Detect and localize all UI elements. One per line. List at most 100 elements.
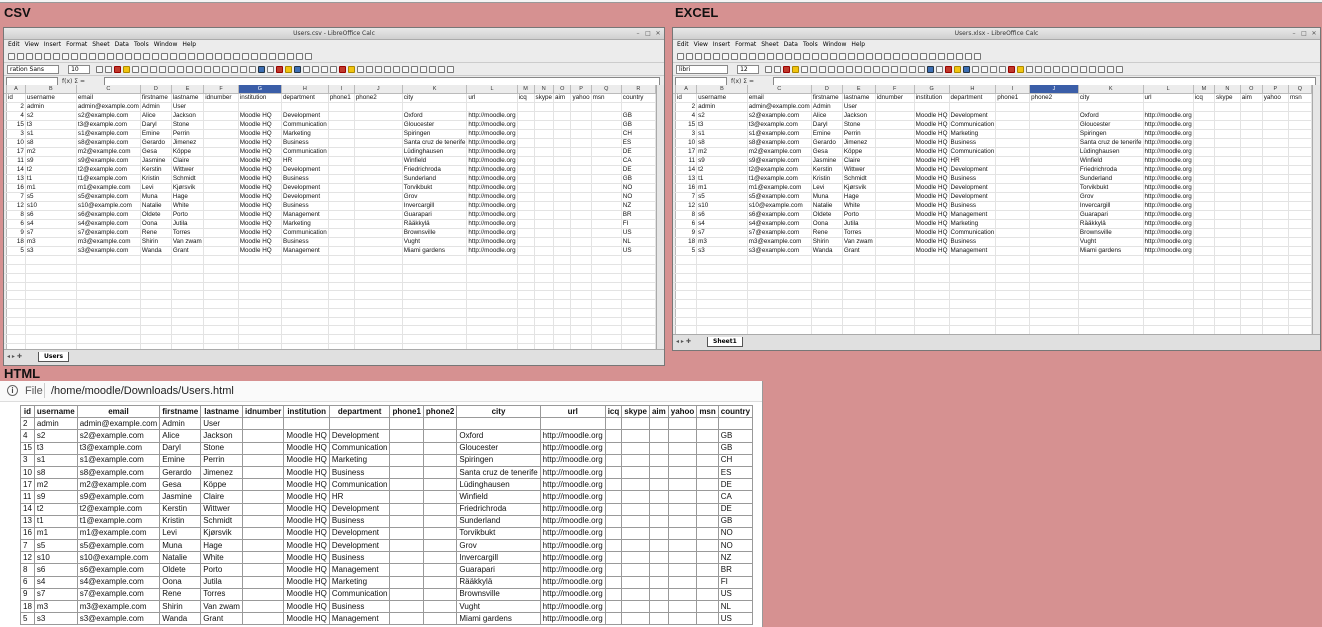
cell[interactable]	[949, 282, 997, 292]
cell[interactable]: http://moodle.org	[1143, 246, 1194, 257]
cell[interactable]: Marketing	[281, 129, 329, 140]
cell[interactable]: m1	[696, 183, 748, 194]
cell[interactable]	[747, 317, 812, 327]
cell[interactable]	[914, 102, 950, 113]
cell[interactable]	[25, 334, 77, 344]
cell[interactable]	[402, 290, 468, 300]
cell[interactable]	[171, 299, 205, 309]
cell[interactable]	[1288, 228, 1312, 239]
cell[interactable]: Stone	[842, 120, 876, 131]
cell[interactable]	[811, 290, 843, 300]
menu-item[interactable]: Help	[182, 41, 196, 48]
format-button-icon[interactable]	[774, 66, 782, 73]
cell[interactable]	[517, 237, 535, 248]
cell[interactable]	[675, 317, 698, 327]
cell[interactable]: 10	[6, 138, 26, 149]
cell[interactable]	[203, 290, 239, 300]
format-button-icon[interactable]	[411, 66, 419, 73]
format-button-icon[interactable]	[186, 66, 194, 73]
cell[interactable]: Kerstin	[811, 165, 843, 176]
cell[interactable]: Moodle HQ	[914, 201, 950, 212]
cell[interactable]	[1240, 228, 1263, 239]
cell[interactable]: HR	[949, 156, 997, 167]
cell[interactable]: DE	[621, 147, 656, 158]
cell[interactable]	[949, 273, 997, 283]
cell[interactable]	[696, 290, 748, 300]
cell[interactable]	[534, 111, 555, 122]
cell[interactable]	[203, 120, 239, 131]
cell[interactable]: s7@example.com	[76, 228, 141, 239]
cell[interactable]	[6, 325, 26, 335]
cell[interactable]: Oldete	[811, 210, 843, 221]
cell[interactable]	[995, 273, 1031, 283]
cell[interactable]: Invercargill	[402, 201, 468, 212]
cell[interactable]: s3@example.com	[747, 246, 812, 257]
cell[interactable]: Moodle HQ	[914, 174, 950, 185]
cell[interactable]: country	[621, 93, 656, 104]
toolbar-button-icon[interactable]	[902, 53, 909, 60]
cell[interactable]	[591, 228, 622, 239]
format-button-icon[interactable]	[285, 66, 293, 73]
cell[interactable]: Guarapari	[1078, 210, 1144, 221]
cell[interactable]	[76, 273, 141, 283]
cell[interactable]	[1029, 299, 1079, 309]
cell[interactable]	[1288, 165, 1312, 176]
column-header[interactable]: L	[466, 85, 518, 95]
menu-item[interactable]: Data	[784, 41, 798, 48]
cell[interactable]	[76, 325, 141, 335]
cell[interactable]	[328, 183, 355, 194]
cell[interactable]	[281, 317, 329, 327]
cell[interactable]	[1262, 138, 1289, 149]
cell[interactable]	[553, 264, 572, 274]
cell[interactable]	[1214, 255, 1241, 265]
cell[interactable]	[1193, 308, 1216, 318]
cell[interactable]: Vught	[1078, 237, 1144, 248]
cell[interactable]: 9	[6, 228, 26, 239]
cell[interactable]	[354, 273, 403, 283]
cell[interactable]: 15	[675, 120, 698, 131]
cell[interactable]	[1193, 183, 1216, 194]
cell[interactable]	[553, 129, 572, 140]
cell[interactable]	[534, 138, 555, 149]
cell[interactable]	[553, 165, 572, 176]
cell[interactable]	[238, 325, 283, 335]
cell[interactable]	[1288, 111, 1312, 122]
cell[interactable]	[1029, 246, 1079, 257]
cell[interactable]: http://moodle.org	[1143, 210, 1194, 221]
cell[interactable]: Moodle HQ	[238, 111, 283, 122]
cell[interactable]: Rene	[140, 228, 172, 239]
cell[interactable]	[76, 282, 141, 292]
cell[interactable]: Claire	[842, 156, 876, 167]
cell[interactable]	[1193, 299, 1216, 309]
cell[interactable]: username	[25, 93, 77, 104]
cell[interactable]: Management	[949, 210, 997, 221]
cell[interactable]	[696, 282, 748, 292]
cell[interactable]	[1262, 264, 1289, 274]
cell[interactable]	[914, 255, 950, 265]
cell[interactable]: Grov	[1078, 192, 1144, 203]
cell[interactable]	[1143, 308, 1194, 318]
cell[interactable]	[466, 325, 518, 335]
cell[interactable]: Jutila	[842, 219, 876, 230]
cell[interactable]	[1193, 210, 1216, 221]
cell[interactable]	[203, 156, 239, 167]
cell[interactable]: Santa cruz de tenerife	[1078, 138, 1144, 149]
cell[interactable]	[875, 299, 915, 309]
cell[interactable]: Daryl	[811, 120, 843, 131]
cell[interactable]: Moodle HQ	[238, 129, 283, 140]
cell[interactable]: Torres	[171, 228, 205, 239]
cell[interactable]: s6@example.com	[76, 210, 141, 221]
cell[interactable]: msn	[1288, 93, 1312, 104]
spreadsheet-grid[interactable]: A B C D E F G H I J K L M N O P Q Rid username email firstna…	[4, 85, 656, 349]
cell[interactable]	[534, 210, 555, 221]
menu-item[interactable]: Tools	[803, 41, 818, 48]
cell[interactable]	[995, 120, 1031, 131]
toolbar-button-icon[interactable]	[251, 53, 258, 60]
cell[interactable]: Emine	[140, 129, 172, 140]
format-button-icon[interactable]	[96, 66, 104, 73]
cell[interactable]	[995, 210, 1031, 221]
format-button-icon[interactable]	[900, 66, 908, 73]
toolbar-button-icon[interactable]	[695, 53, 702, 60]
cell[interactable]	[553, 290, 572, 300]
column-header[interactable]: R	[621, 85, 656, 95]
